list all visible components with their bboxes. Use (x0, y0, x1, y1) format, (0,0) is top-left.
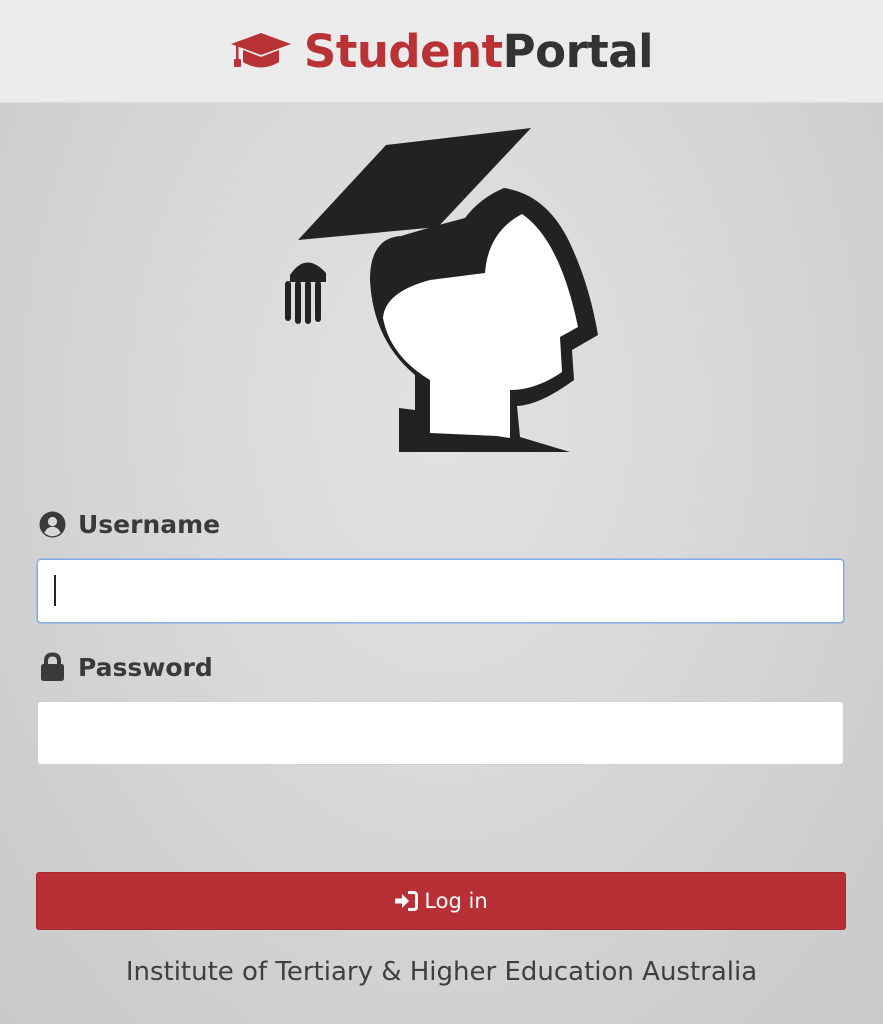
username-label: Username (39, 510, 220, 539)
username-label-text: Username (78, 510, 221, 539)
lock-icon (41, 652, 64, 681)
login-button-label: Log in (424, 889, 488, 913)
brand-name-portal: Portal (502, 24, 654, 78)
password-label: Password (39, 652, 213, 682)
sign-in-icon (395, 891, 419, 911)
institution-name: Institute of Tertiary & Higher Education… (125, 957, 758, 987)
brand-logo[interactable]: StudentPortal (230, 21, 654, 81)
text-cursor (54, 575, 56, 606)
brand-name-student: Student (303, 24, 503, 78)
user-circle-icon (39, 511, 66, 538)
brand-name: StudentPortal (304, 29, 654, 74)
graduation-cap-icon (230, 33, 291, 68)
password-label-text: Password (78, 652, 213, 682)
password-input[interactable] (37, 701, 844, 765)
student-graduate-illustration (285, 128, 598, 452)
header-bar: StudentPortal (0, 0, 883, 103)
login-button[interactable]: Log in (36, 872, 846, 930)
username-input[interactable] (37, 559, 844, 623)
